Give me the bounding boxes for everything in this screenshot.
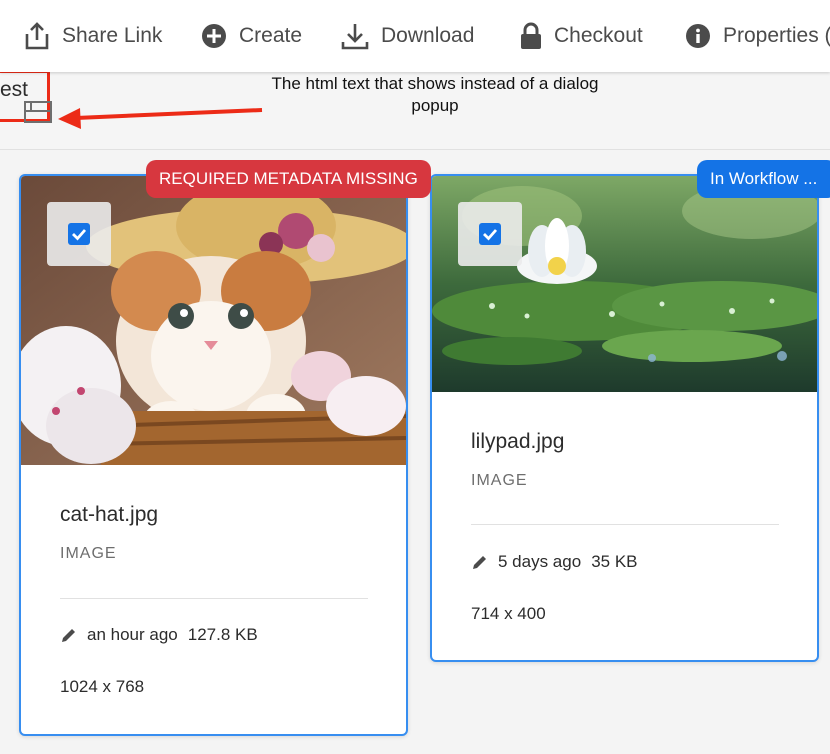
checkmark-icon <box>72 229 87 241</box>
annotation-arrow <box>58 108 263 129</box>
checkbox-checked <box>68 223 90 245</box>
pencil-icon <box>62 628 75 642</box>
asset-modified-row: 5 days ago 35 KB <box>471 552 638 572</box>
info-icon <box>686 24 710 48</box>
file-size: 127.8 KB <box>187 625 258 644</box>
share-link-button[interactable]: Share Link <box>24 18 162 54</box>
download-label: Download <box>381 24 475 47</box>
download-button[interactable]: Download <box>341 18 474 54</box>
annotation-text: The html text that shows instead of a di… <box>271 74 599 115</box>
card-divider <box>471 524 779 525</box>
share-link-label: Share Link <box>62 24 163 47</box>
asset-modified-row: an hour ago 127.8 KB <box>60 625 258 645</box>
modified-time: 5 days ago <box>498 552 582 571</box>
share-icon <box>25 22 49 50</box>
pencil-icon <box>473 555 486 569</box>
card-view-icon[interactable] <box>24 101 52 123</box>
properties-label: Properties ( <box>723 24 830 47</box>
action-toolbar: Share Link Create Download Checkout Prop… <box>0 0 830 72</box>
metadata-missing-badge: REQUIRED METADATA MISSING <box>146 160 431 198</box>
selection-checkbox[interactable] <box>47 202 111 266</box>
download-icon <box>341 24 369 50</box>
asset-card-lilypad[interactable]: lilypad.jpg IMAGE 5 days ago 35 KB 714 x… <box>430 174 819 662</box>
image-dimensions: 1024 x 768 <box>60 677 145 696</box>
asset-type: IMAGE <box>471 472 528 489</box>
modified-time: an hour ago <box>87 625 178 644</box>
plus-circle-icon <box>202 24 226 48</box>
properties-button[interactable]: Properties ( <box>685 18 830 54</box>
card-divider <box>60 598 368 599</box>
selection-checkbox[interactable] <box>458 202 522 266</box>
checkout-label: Checkout <box>554 24 643 47</box>
create-button[interactable]: Create <box>201 18 302 54</box>
asset-type: IMAGE <box>60 545 117 562</box>
workflow-status-badge[interactable]: In Workflow ... <box>697 160 830 198</box>
checkbox-checked <box>479 223 501 245</box>
file-size: 35 KB <box>591 552 638 571</box>
image-dimensions: 714 x 400 <box>471 604 546 623</box>
create-label: Create <box>239 24 303 47</box>
asset-card-cat-hat[interactable]: cat-hat.jpg IMAGE an hour ago 127.8 KB 1… <box>19 174 408 736</box>
checkmark-icon <box>483 229 498 241</box>
lock-icon <box>521 22 541 49</box>
asset-filename[interactable]: cat-hat.jpg <box>60 503 158 527</box>
checkout-button[interactable]: Checkout <box>520 18 643 54</box>
asset-filename[interactable]: lilypad.jpg <box>471 430 564 454</box>
